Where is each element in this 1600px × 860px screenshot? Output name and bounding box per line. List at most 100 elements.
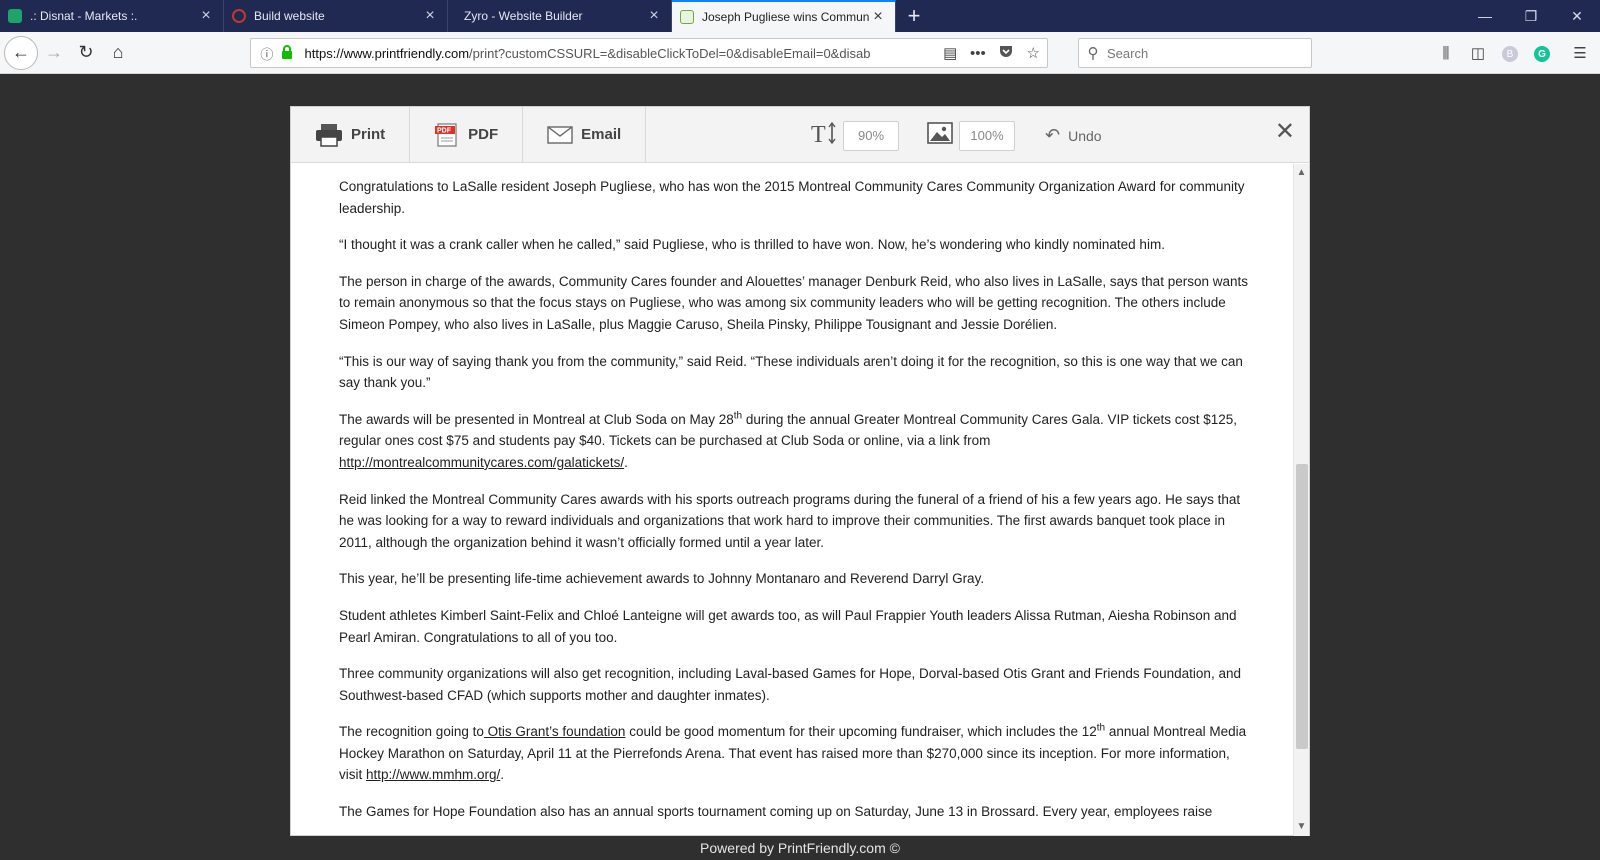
article-paragraph: The awards will be presented in Montreal… [339,409,1253,474]
email-label: Email [581,126,622,143]
forward-button[interactable]: → [38,37,70,69]
tab-title: Joseph Pugliese wins Commun [702,10,869,24]
size-controls: T 90% 100% ↶ Undo [811,120,1102,151]
toolbar-right: ⫼ ◫ B G ☰ [1430,38,1596,68]
print-label: Print [351,126,386,143]
home-button[interactable]: ⌂ [102,37,134,69]
powered-by-footer[interactable]: Powered by PrintFriendly.com © [0,840,1600,856]
back-arrow-icon: ← [12,42,30,62]
text-span: . [624,454,628,470]
article-paragraph: Congratulations to LaSalle resident Jose… [339,179,1245,216]
text-size-input[interactable]: 90% [843,120,899,151]
search-icon: ⚲ [1087,45,1099,62]
envelope-icon [547,125,573,144]
tab-strip: .: Disnat - Markets :. × Build website ×… [0,0,1600,32]
article-paragraph: The Games for Hope Foundation also has a… [339,804,1213,820]
undo-label: Undo [1068,127,1102,144]
svg-text:T: T [811,122,826,146]
profile-extension[interactable]: B [1494,44,1526,63]
tab-build-website[interactable]: Build website × [224,0,448,32]
search-bar[interactable]: ⚲ Search [1078,38,1312,68]
image-size-icon [927,122,953,149]
tab-title: Build website [254,9,325,23]
scroll-up-arrow-icon[interactable]: ▲ [1294,164,1309,182]
article-paragraph: Three community organizations will also … [339,666,1241,703]
sidebar-icon[interactable]: ◫ [1462,44,1494,62]
article-paragraph: The recognition going to Otis Grant’s fo… [339,721,1253,786]
close-dialog-button[interactable]: ✕ [1275,117,1295,146]
text-size-icon: T [811,120,837,151]
pdf-icon: PDF [434,122,460,148]
close-window-button[interactable]: ✕ [1554,0,1600,32]
printer-icon [315,123,343,147]
scrollbar-thumb[interactable] [1296,464,1308,749]
undo-button[interactable]: ↶ Undo [1045,125,1102,146]
pocket-icon[interactable] [992,44,1020,62]
text-span: . [500,767,505,783]
tab-title: Zyro - Website Builder [464,9,583,23]
text-span: The awards will be presented in Montreal… [339,411,734,427]
article-paragraph: This year, he’ll be presenting life-time… [339,571,985,587]
article-paragraph: The person in charge of the awards, Comm… [339,273,1248,332]
info-icon[interactable]: ⓘ [257,44,277,63]
tab-zyro[interactable]: Zyro - Website Builder × [448,0,672,32]
lock-icon[interactable] [281,44,297,62]
printfriendly-icon [680,10,694,24]
bookmark-star-icon[interactable]: ☆ [1019,44,1047,62]
content-scrollbar[interactable]: ▲ ▼ [1293,164,1309,836]
zyro-icon [232,9,246,23]
tab-joseph-pugliese[interactable]: Joseph Pugliese wins Commun × [672,0,896,32]
profile-avatar-icon: B [1502,46,1518,63]
close-tab-icon[interactable]: × [197,7,215,25]
reader-view-icon[interactable]: ▤ [936,44,964,62]
url-text[interactable]: https://www.printfriendly.com/print?cust… [305,46,937,61]
library-icon[interactable]: ⫼ [1430,45,1462,62]
grammarly-icon: G [1534,46,1550,63]
print-button[interactable]: Print [291,107,411,162]
image-size-input[interactable]: 100% [959,120,1015,151]
print-preview-dialog: Print PDF PDF Email T 90% 100% ↶ Undo ✕ … [290,106,1310,836]
scroll-down-arrow-icon[interactable]: ▼ [1294,818,1309,836]
reload-button[interactable]: ↻ [70,37,102,69]
mmhm-link[interactable]: http://www.mmhm.org/ [366,767,500,782]
article-content: Congratulations to LaSalle resident Jose… [291,164,1293,836]
url-path: /print?customCSSURL=&disableClickToDel=0… [469,45,871,61]
restore-button[interactable]: ❐ [1508,0,1554,32]
article-paragraph: “I thought it was a crank caller when he… [339,237,1165,253]
back-button[interactable]: ← [4,35,38,70]
article-paragraph: Student athletes Kimberl Saint-Felix and… [339,607,1237,645]
page-actions-icon[interactable]: ••• [964,45,992,62]
undo-icon: ↶ [1045,125,1061,145]
tab-disnat[interactable]: .: Disnat - Markets :. × [0,0,224,32]
window-controls: — ❐ ✕ [1462,0,1600,32]
forward-arrow-icon: → [45,42,63,62]
otis-grant-foundation-link[interactable]: Otis Grant’s foundation [484,724,626,739]
close-tab-icon[interactable]: × [645,7,663,25]
svg-text:PDF: PDF [437,127,452,134]
menu-icon[interactable]: ☰ [1564,44,1596,62]
search-placeholder: Search [1107,45,1149,61]
minimize-button[interactable]: — [1462,0,1508,32]
pdf-button[interactable]: PDF PDF [410,107,524,162]
reload-icon: ↻ [78,42,94,62]
text-span: The recognition going to [339,724,484,740]
close-tab-icon[interactable]: × [421,7,439,25]
new-tab-button[interactable]: + [896,0,932,32]
article-paragraph: Reid linked the Montreal Community Cares… [339,491,1241,550]
disnat-icon [8,9,22,23]
email-button[interactable]: Email [523,107,647,162]
url-domain: https://www.printfriendly.com [304,45,470,61]
article-paragraph: “This is our way of saying thank you fro… [339,353,1243,391]
print-toolbar: Print PDF PDF Email T 90% 100% ↶ Undo ✕ [291,107,1309,163]
address-bar[interactable]: ⓘ https://www.printfriendly.com/print?cu… [250,38,1048,68]
pdf-label: PDF [468,126,499,143]
home-icon: ⌂ [112,42,124,62]
superscript: th [1096,722,1106,734]
gala-tickets-link[interactable]: http://montrealcommunitycares.com/galati… [339,455,624,470]
tab-title: .: Disnat - Markets :. [30,9,138,23]
grammarly-extension[interactable]: G [1526,44,1558,63]
superscript: th [733,410,743,422]
close-tab-icon[interactable]: × [869,8,887,26]
nav-bar: ← → ↻ ⌂ ⓘ https://www.printfriendly.com/… [0,32,1600,74]
text-span: could be good momentum for their upcomin… [625,724,1097,740]
